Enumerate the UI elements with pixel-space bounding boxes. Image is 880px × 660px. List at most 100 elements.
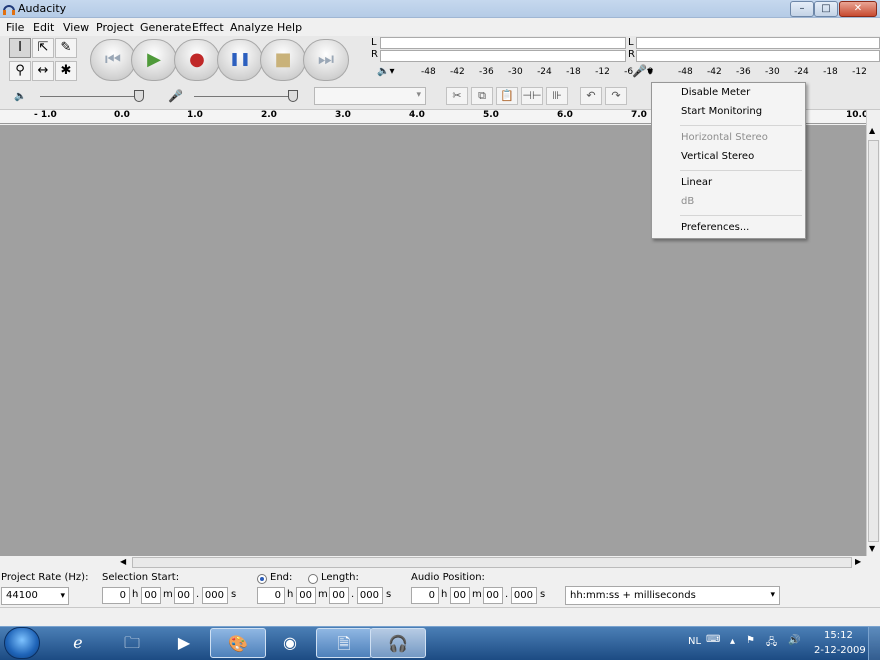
- speaker-icon[interactable]: 🔈▾: [377, 66, 394, 77]
- paint-icon[interactable]: 🎨: [210, 628, 266, 658]
- maximize-button[interactable]: □: [814, 1, 838, 17]
- end-radio[interactable]: [257, 574, 267, 584]
- menu-item-preferences[interactable]: Preferences...: [681, 222, 749, 233]
- start-button-icon[interactable]: [4, 627, 40, 659]
- scroll-up-icon[interactable]: ▲: [869, 126, 875, 135]
- scroll-right-icon[interactable]: ▶: [855, 557, 861, 566]
- output-volume-thumb[interactable]: [134, 90, 144, 102]
- input-volume-slider[interactable]: [194, 96, 298, 97]
- scale-tick: -18: [566, 67, 581, 77]
- menu-item-vertical-stereo[interactable]: Vertical Stereo: [681, 151, 754, 162]
- ruler-label: 6.0: [557, 110, 573, 120]
- multi-tool-icon[interactable]: ✱: [55, 61, 77, 81]
- microphone-dropdown-icon[interactable]: 🎤▾: [632, 64, 653, 78]
- silence-icon[interactable]: ⊪: [546, 87, 568, 105]
- length-radio[interactable]: [308, 574, 318, 584]
- vertical-scroll-thumb[interactable]: [868, 140, 879, 542]
- show-desktop-button[interactable]: [868, 627, 880, 660]
- unit-m: m: [163, 589, 173, 600]
- menu-effect[interactable]: Effect: [192, 21, 224, 34]
- output-volume-slider[interactable]: [40, 96, 144, 97]
- app-icon[interactable]: ◉: [262, 628, 318, 658]
- pause-button[interactable]: ❚❚: [217, 39, 263, 81]
- meter-left-label: L: [371, 37, 377, 48]
- folder-icon[interactable]: 🗀: [104, 628, 160, 658]
- undo-icon[interactable]: ↶: [580, 87, 602, 105]
- horizontal-scroll-thumb[interactable]: [132, 557, 852, 568]
- audio-position-label: Audio Position:: [411, 572, 485, 583]
- menu-item-horizontal-stereo: Horizontal Stereo: [681, 132, 768, 143]
- trim-icon[interactable]: ⊣⊢: [521, 87, 543, 105]
- selection-tool-icon[interactable]: I: [9, 38, 31, 58]
- start-minutes[interactable]: 00: [141, 587, 161, 604]
- start-hours[interactable]: 0: [102, 587, 130, 604]
- position-minutes[interactable]: 00: [450, 587, 470, 604]
- language-indicator[interactable]: NL: [688, 636, 701, 647]
- ruler-label: 3.0: [335, 110, 351, 120]
- internet-explorer-icon[interactable]: ℯ: [50, 628, 106, 658]
- menu-item-start-monitoring[interactable]: Start Monitoring: [681, 106, 762, 117]
- horizontal-scrollbar[interactable]: ◀ ▶: [118, 556, 866, 570]
- skip-to-end-button[interactable]: ⏭: [303, 39, 349, 81]
- network-icon[interactable]: 🖧: [766, 635, 777, 652]
- document-icon[interactable]: 🗎: [316, 628, 372, 658]
- scale-tick: -18: [823, 67, 838, 77]
- scroll-left-icon[interactable]: ◀: [120, 557, 126, 566]
- copy-icon[interactable]: ⧉: [471, 87, 493, 105]
- skip-to-start-button[interactable]: ⏮: [90, 39, 136, 81]
- menu-help[interactable]: Help: [277, 21, 302, 34]
- project-rate-label: Project Rate (Hz):: [1, 572, 89, 583]
- play-button[interactable]: ▶: [131, 39, 177, 81]
- start-seconds[interactable]: 00: [174, 587, 194, 604]
- scale-tick: -24: [537, 67, 552, 77]
- project-rate-select[interactable]: 44100 ▾: [1, 587, 69, 605]
- redo-icon[interactable]: ↷: [605, 87, 627, 105]
- keyboard-icon[interactable]: ⌨: [706, 634, 720, 645]
- paste-icon[interactable]: 📋: [496, 87, 518, 105]
- ruler-label: 10.0: [846, 110, 869, 120]
- end-milliseconds[interactable]: 000: [357, 587, 383, 604]
- timeshift-tool-icon[interactable]: ↔: [32, 61, 54, 81]
- media-player-icon[interactable]: ▶: [156, 628, 212, 658]
- draw-tool-icon[interactable]: ✎: [55, 38, 77, 58]
- time-format-select[interactable]: hh:mm:ss + milliseconds ▾: [565, 586, 780, 605]
- vertical-scrollbar[interactable]: ▲ ▼: [866, 110, 880, 556]
- menu-item-linear[interactable]: Linear: [681, 177, 712, 188]
- menu-edit[interactable]: Edit: [33, 21, 54, 34]
- action-center-flag-icon[interactable]: ⚑: [746, 635, 755, 646]
- record-button[interactable]: ●: [174, 39, 220, 81]
- end-minutes[interactable]: 00: [296, 587, 316, 604]
- clock-date[interactable]: 2-12-2009: [814, 645, 866, 656]
- menu-file[interactable]: File: [6, 21, 24, 34]
- input-source-select[interactable]: ▾: [314, 87, 426, 105]
- menu-project[interactable]: Project: [96, 21, 134, 34]
- menu-generate[interactable]: Generate: [140, 21, 191, 34]
- audacity-taskbar-icon[interactable]: 🎧: [370, 628, 426, 658]
- audacity-logo-icon: [3, 5, 15, 15]
- menu-analyze[interactable]: Analyze: [230, 21, 273, 34]
- input-volume-thumb[interactable]: [288, 90, 298, 102]
- position-seconds[interactable]: 00: [483, 587, 503, 604]
- end-hours[interactable]: 0: [257, 587, 285, 604]
- record-meter-scale: -48 -42 -36 -30 -24 -18 -12 -6 0: [678, 67, 880, 77]
- scroll-down-icon[interactable]: ▼: [869, 544, 875, 553]
- envelope-tool-icon[interactable]: ⇱: [32, 38, 54, 58]
- zoom-tool-icon[interactable]: ⚲: [9, 61, 31, 81]
- length-label: Length:: [321, 572, 359, 583]
- menu-view[interactable]: View: [63, 21, 89, 34]
- meter-options-menu: Disable Meter Start Monitoring Horizonta…: [651, 82, 806, 239]
- position-hours[interactable]: 0: [411, 587, 439, 604]
- ruler-label: 4.0: [409, 110, 425, 120]
- start-milliseconds[interactable]: 000: [202, 587, 228, 604]
- minimize-button[interactable]: –: [790, 1, 814, 17]
- stop-button[interactable]: ■: [260, 39, 306, 81]
- position-milliseconds[interactable]: 000: [511, 587, 537, 604]
- close-button[interactable]: ✕: [839, 1, 877, 17]
- cut-icon[interactable]: ✂: [446, 87, 468, 105]
- selection-start-label: Selection Start:: [102, 572, 180, 583]
- end-seconds[interactable]: 00: [329, 587, 349, 604]
- menu-item-disable-meter[interactable]: Disable Meter: [681, 87, 750, 98]
- clock-time[interactable]: 15:12: [824, 630, 853, 641]
- show-hidden-icons-icon[interactable]: ▴: [730, 636, 735, 647]
- volume-icon[interactable]: 🔊: [788, 635, 800, 646]
